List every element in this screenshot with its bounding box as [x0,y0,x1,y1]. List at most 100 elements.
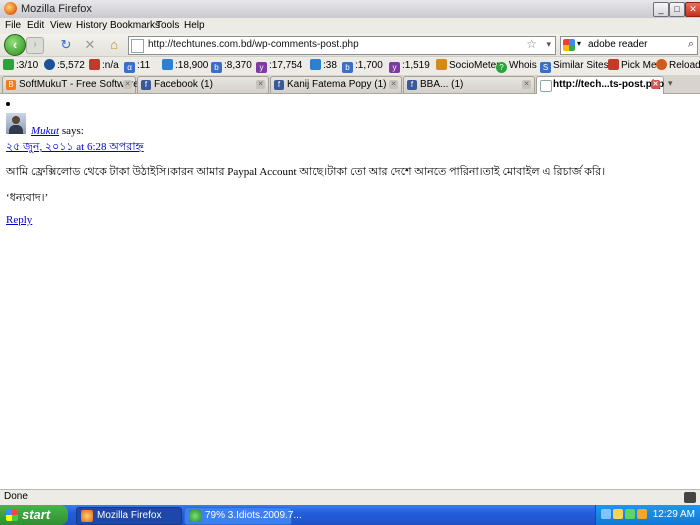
menu-bookmarks[interactable]: Bookmarks [110,20,160,31]
menu-help[interactable]: Help [184,20,205,31]
menu-history[interactable]: History [76,20,107,31]
toolbar-item-sociometer[interactable]: SocioMeter▾ [436,59,505,73]
close-button[interactable]: ✕ [685,2,700,17]
menu-file[interactable]: File [5,20,21,31]
tray-language-icon[interactable] [637,509,647,519]
task-download[interactable]: 79% 3.Idiots.2009.7... [184,507,302,525]
tab-bba[interactable]: f BBA... (1) ✕ [403,76,535,93]
toolbar-item-google-index[interactable]: :18,900 [162,59,208,73]
similar-sites-icon: S [540,62,551,73]
windows-logo-icon [6,509,18,521]
alpha-icon: α [124,62,135,73]
tab-softmukut[interactable]: B SoftMukuT - Free Software ... ✕ [2,76,150,93]
reply-link[interactable]: Reply [6,214,32,226]
tab-close-icon[interactable]: ✕ [651,80,660,89]
comment-body: আমি ফ্রেক্সিলোড থেকে টাকা উঠাইসি।কারন আম… [6,166,606,178]
start-button[interactable]: start [0,505,68,525]
tab-close-icon[interactable]: ✕ [389,80,398,89]
menu-bar: File Edit View History Bookmarks Tools H… [0,18,700,34]
toolbar-item-whois[interactable]: ? Whois [496,59,537,73]
system-tray: 12:29 AM [595,505,700,525]
search-box[interactable]: ▾ adobe reader ⌕ [560,36,698,55]
toolbar-item-yahoo-links[interactable]: y:1,519 [389,59,430,73]
tab-active-post[interactable]: http://tech...ts-post.php ✕ [536,76,664,94]
facebook-icon: f [407,80,417,90]
google-links-icon [310,59,321,70]
reload-icon [656,59,667,70]
minimize-button[interactable]: _ [653,2,669,17]
toolbar-item-pick-me[interactable]: Pick Me [608,59,657,73]
tab-close-icon[interactable]: ✕ [256,80,265,89]
toolbar-item-alpha[interactable]: α:11 [124,59,150,73]
tab-facebook[interactable]: f Facebook (1) ✕ [137,76,269,93]
clock: 12:29 AM [652,509,695,520]
back-button[interactable]: ‹ [4,34,26,56]
page-icon [540,80,552,92]
tab-kanij-fatema[interactable]: f Kanij Fatema Popy (1) ✕ [270,76,402,93]
menu-tools[interactable]: Tools [156,20,179,31]
page-icon [131,39,144,53]
bars-icon [89,59,100,70]
google-search-engine-icon[interactable] [563,39,575,51]
blogger-icon: B [6,80,16,90]
status-bar: Done [0,489,700,505]
tray-network-icon[interactable] [601,509,611,519]
google-index-icon [162,59,173,70]
url-bar[interactable]: http://techtunes.com.bd/wp-comments-post… [128,36,556,55]
facebook-icon: f [274,80,284,90]
window-title: Mozilla Firefox [21,3,92,15]
task-firefox[interactable]: Mozilla Firefox [76,507,182,525]
toolbar-item-reload[interactable]: Reload [656,59,700,73]
seo-toolbar: :3/10 :5,572 :n/a α:11 :18,900 b:8,370 y… [0,56,700,76]
home-icon[interactable]: ⌂ [106,37,122,53]
toolbar-item-alexa[interactable]: :5,572 [44,59,85,73]
url-dropdown-icon[interactable]: ▾ [546,39,551,50]
status-text: Done [4,491,28,502]
tab-close-icon[interactable]: ✕ [123,80,132,89]
list-bullet-icon [6,102,10,106]
toolbar-item-bing-links[interactable]: b:1,700 [342,59,383,73]
forward-button[interactable]: › [26,37,44,54]
tab-close-icon[interactable]: ✕ [522,80,531,89]
search-input[interactable]: adobe reader [588,39,648,50]
alexa-globe-icon [44,59,55,70]
yahoo-links-icon: y [389,62,400,73]
menu-edit[interactable]: Edit [27,20,44,31]
page-content: Mukut says: ২৫ জুন, ২০১১ at 6:28 অপরাহ্ন… [0,94,700,488]
stop-icon[interactable]: ✕ [82,37,98,53]
bing-icon: b [211,62,222,73]
tab-list-dropdown-icon[interactable]: ▾ [668,78,673,89]
comment-author: Mukut says: [31,125,84,137]
toolbar-item-similar-sites[interactable]: S Similar Sites [540,59,609,73]
download-client-icon [189,510,201,522]
engine-dropdown-icon[interactable]: ▾ [577,39,581,48]
bookmark-star-icon[interactable]: ☆ [526,37,537,51]
whois-icon: ? [496,62,507,73]
maximize-button[interactable]: □ [669,2,685,17]
toolbar-item-yahoo[interactable]: y:17,754 [256,59,302,73]
title-bar: Mozilla Firefox _ □ ✕ [0,0,700,19]
tray-volume-icon[interactable] [613,509,623,519]
url-input[interactable]: http://techtunes.com.bd/wp-comments-post… [148,39,359,50]
author-link[interactable]: Mukut [31,125,59,137]
toolbar-item-bing[interactable]: b:8,370 [211,59,252,73]
firefox-logo-icon [4,2,17,15]
toolbar-item-pagerank[interactable]: :3/10 [3,59,38,73]
tray-app-icon[interactable] [625,509,635,519]
firefox-icon [81,510,93,522]
menu-view[interactable]: View [50,20,72,31]
status-addon-icon[interactable] [684,492,696,503]
toolbar-item-google-links[interactable]: :38 [310,59,337,73]
says-label: says: [59,125,84,137]
pick-me-icon [608,59,619,70]
toolbar-item-bars[interactable]: :n/a [89,59,119,73]
yahoo-icon: y [256,62,267,73]
tray-icons [601,509,653,521]
facebook-icon: f [141,80,151,90]
pagerank-icon [3,59,14,70]
navigation-bar: ‹ › ↻ ✕ ⌂ http://techtunes.com.bd/wp-com… [0,34,700,56]
avatar [6,113,26,134]
comment-date-link[interactable]: ২৫ জুন, ২০১১ at 6:28 অপরাহ্ন [6,138,144,157]
reload-icon[interactable]: ↻ [58,37,74,53]
search-icon[interactable]: ⌕ [688,38,694,51]
